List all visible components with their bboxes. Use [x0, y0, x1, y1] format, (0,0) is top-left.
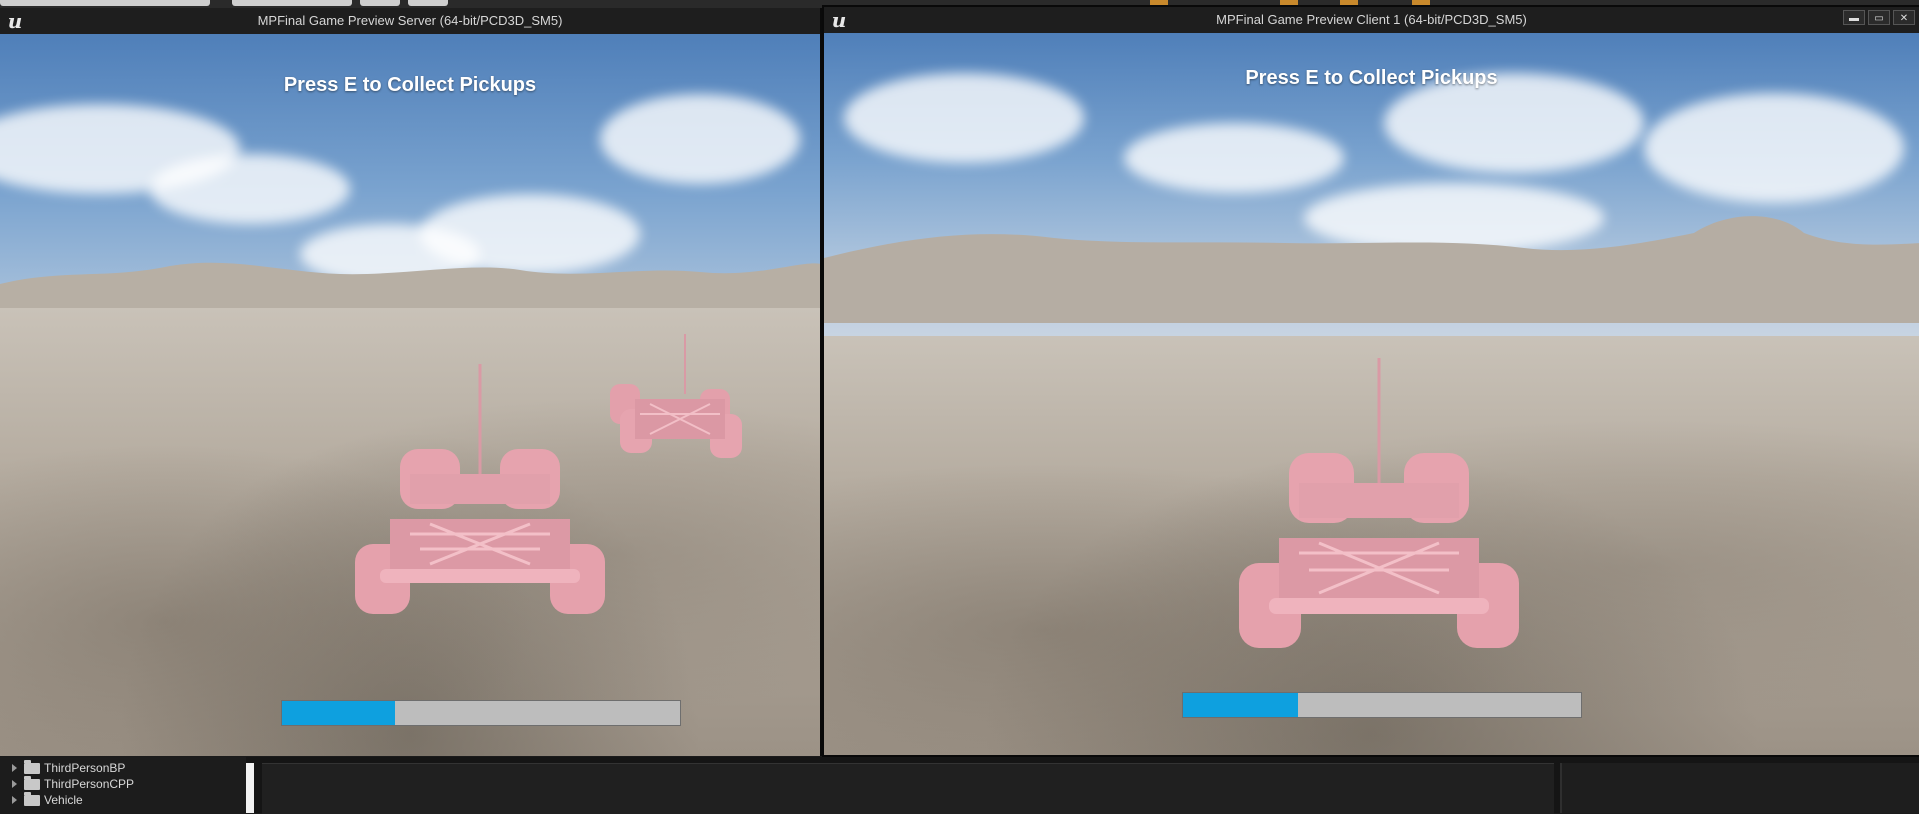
server-collect-progress-bar	[281, 700, 681, 726]
folder-icon	[24, 759, 40, 774]
editor-toolbar-segment[interactable]	[232, 0, 352, 6]
pink-vehicle-far	[610, 334, 742, 458]
server-titlebar[interactable]: u MPFinal Game Preview Server (64-bit/PC…	[0, 8, 820, 34]
editor-toolbar-segment[interactable]	[0, 0, 210, 6]
editor-toolbar-segment[interactable]	[408, 0, 448, 6]
client-window-title: MPFinal Game Preview Client 1 (64-bit/PC…	[1216, 12, 1527, 27]
folder-label: ThirdPersonBP	[44, 761, 126, 775]
pink-vehicle-near	[355, 364, 605, 614]
server-preview-window[interactable]: u MPFinal Game Preview Server (64-bit/PC…	[0, 8, 822, 756]
triangle-right-icon[interactable]	[12, 764, 17, 772]
client-hud-message: Press E to Collect Pickups	[1245, 67, 1498, 89]
editor-toolbar-segment[interactable]	[360, 0, 400, 6]
server-progress-fill	[282, 701, 396, 725]
server-window-title: MPFinal Game Preview Server (64-bit/PCD3…	[257, 13, 563, 28]
content-browser-panel: ThirdPersonBP ThirdPersonCPP Vehicle	[0, 757, 1919, 814]
pink-vehicle-near	[1239, 358, 1519, 648]
unreal-engine-logo-icon: u	[7, 9, 23, 33]
client-titlebar[interactable]: u MPFinal Game Preview Client 1 (64-bit/…	[824, 7, 1919, 33]
details-area[interactable]	[1560, 763, 1919, 813]
unreal-engine-logo-icon: u	[831, 8, 847, 32]
server-hud-message: Press E to Collect Pickups	[283, 74, 537, 96]
client-preview-window[interactable]: u MPFinal Game Preview Client 1 (64-bit/…	[822, 5, 1919, 757]
triangle-right-icon[interactable]	[12, 780, 17, 788]
client-progress-fill	[1183, 693, 1299, 717]
folder-tree-item[interactable]: ThirdPersonBP	[12, 759, 126, 776]
folder-label: ThirdPersonCPP	[44, 777, 135, 791]
folder-tree-item[interactable]: ThirdPersonCPP	[12, 775, 135, 792]
folder-tree[interactable]: ThirdPersonBP ThirdPersonCPP Vehicle	[0, 757, 246, 813]
folder-icon	[24, 791, 40, 806]
splitter-handle[interactable]	[246, 763, 254, 813]
asset-view-area[interactable]	[262, 763, 1554, 814]
server-game-viewport[interactable]: Press E to Collect Pickups	[0, 34, 820, 756]
client-game-viewport[interactable]: Press E to Collect Pickups	[824, 33, 1919, 755]
triangle-right-icon[interactable]	[12, 796, 17, 804]
folder-icon	[24, 775, 40, 790]
folder-tree-item[interactable]: Vehicle	[12, 791, 83, 808]
client-collect-progress-bar	[1182, 692, 1582, 718]
minimize-button[interactable]: ▬	[1843, 10, 1865, 25]
close-button[interactable]: ✕	[1893, 10, 1915, 25]
folder-label: Vehicle	[44, 793, 83, 807]
maximize-button[interactable]: ▭	[1868, 10, 1890, 25]
